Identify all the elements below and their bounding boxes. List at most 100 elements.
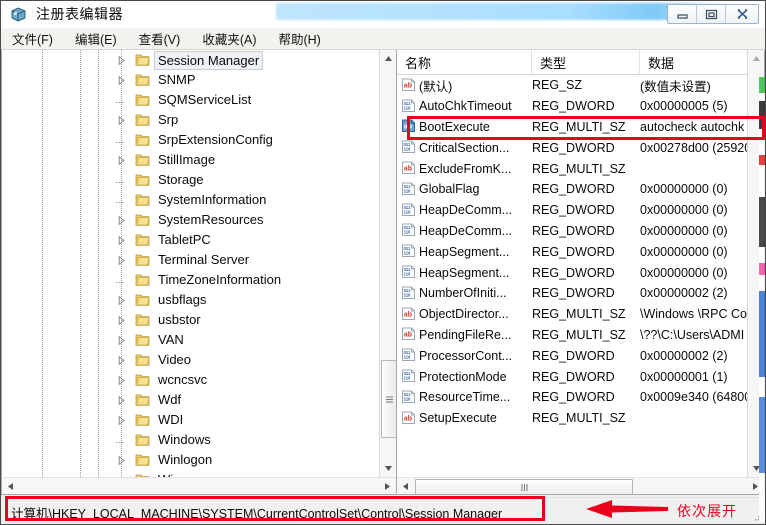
table-row[interactable]: 011110CriticalSection...REG_DWORD0x00278… [397,137,747,158]
tree-item-session-manager[interactable]: Session Manager [2,50,379,70]
table-row[interactable]: 011110HeapDeComm...REG_DWORD0x00000000 (… [397,221,747,242]
list-horizontal-scrollbar[interactable] [397,477,764,494]
list-hscroll-right-icon[interactable] [747,478,764,494]
tree-hscroll-left-icon[interactable] [2,478,19,494]
table-row[interactable]: 011110ProtectionModeREG_DWORD0x00000001 … [397,366,747,387]
tree-item-storage[interactable]: Storage [2,170,379,190]
tree-item-snmp[interactable]: SNMP [2,70,379,90]
tree-scroll-thumb[interactable] [381,360,397,438]
expand-arrow-icon[interactable] [116,55,128,67]
dword-value-icon: 011110 [397,140,419,155]
expand-arrow-icon[interactable] [116,355,128,367]
table-row[interactable]: 011110NumberOfIniti...REG_DWORD0x0000000… [397,283,747,304]
tree-item-systeminformation[interactable]: SystemInformation [2,190,379,210]
expand-arrow-icon[interactable] [116,295,128,307]
expand-arrow-icon[interactable] [116,215,128,227]
list-scroll-down-icon[interactable] [748,460,764,477]
tree-item-wcncsvc[interactable]: wcncsvc [2,370,379,390]
table-row[interactable]: 011110AutoChkTimeoutREG_DWORD0x00000005 … [397,96,747,117]
dword-value-icon: 011110 [397,390,419,405]
menu-file[interactable]: 文件(F) [1,27,64,50]
list-scroll-up-icon[interactable] [748,50,764,67]
tree-item-stillimage[interactable]: StillImage [2,150,379,170]
tree-item-winlogon[interactable]: Winlogon [2,450,379,470]
value-name: SetupExecute [419,411,532,425]
table-row[interactable]: 011110ResourceTime...REG_DWORD0x0009e340… [397,387,747,408]
folder-icon [135,53,151,67]
registry-tree[interactable]: Session ManagerSNMPSQMServiceListSrpSrpE… [2,50,379,477]
tree-item-srp[interactable]: Srp [2,110,379,130]
tree-scroll-up-icon[interactable] [380,50,396,67]
tree-item-windows[interactable]: Windows [2,430,379,450]
tree-item-systemresources[interactable]: SystemResources [2,210,379,230]
left-arrow-annotation [586,498,668,520]
tree-item-tabletpc[interactable]: TabletPC [2,230,379,250]
close-button[interactable] [726,5,758,23]
minimize-button[interactable] [668,5,697,23]
string-value-icon: ab [397,411,419,426]
expand-arrow-icon[interactable] [116,155,128,167]
menu-favorites[interactable]: 收藏夹(A) [191,27,267,50]
tree-vertical-scrollbar[interactable] [379,50,396,477]
string-value-icon-selected: ab [397,119,419,134]
value-name: HeapSegment... [419,245,532,259]
expand-arrow-icon[interactable] [116,415,128,427]
value-name: BootExecute [419,120,532,134]
value-name: AutoChkTimeout [419,99,532,113]
expand-arrow-icon[interactable] [116,395,128,407]
tree-item-usbstor[interactable]: usbstor [2,310,379,330]
list-hscroll-left-icon[interactable] [397,478,414,494]
registry-values-list[interactable]: ab(默认)REG_SZ(数值未设置)011110AutoChkTimeoutR… [397,75,747,477]
menu-view[interactable]: 查看(V) [128,27,192,50]
table-row[interactable]: 011110HeapSegment...REG_DWORD0x00000000 … [397,241,747,262]
table-row[interactable]: abExcludeFromK...REG_MULTI_SZ [397,158,747,179]
table-row[interactable]: 011110HeapDeComm...REG_DWORD0x00000000 (… [397,200,747,221]
registry-path: 计算机\HKEY_LOCAL_MACHINE\SYSTEM\CurrentCon… [11,503,502,522]
menu-help[interactable]: 帮助(H) [267,27,331,50]
column-header-type[interactable]: 类型 [532,50,640,74]
value-name: ProtectionMode [419,370,532,384]
expand-arrow-icon[interactable] [116,455,128,467]
tree-item-srpextensionconfig[interactable]: SrpExtensionConfig [2,130,379,150]
expand-arrow-icon[interactable] [116,255,128,267]
expand-arrow-icon[interactable] [116,315,128,327]
table-row[interactable]: ab(默认)REG_SZ(数值未设置) [397,75,747,96]
restore-button[interactable] [697,5,726,23]
list-hscroll-thumb[interactable] [415,479,633,495]
table-row[interactable]: abSetupExecuteREG_MULTI_SZ [397,408,747,429]
expand-arrow-icon[interactable] [116,235,128,247]
resize-grip-icon[interactable] [752,510,764,522]
value-data: \??\C:\Users\ADMI [640,328,747,342]
expand-arrow-icon[interactable] [116,115,128,127]
tree-item-wdi[interactable]: WDI [2,410,379,430]
expand-arrow-icon[interactable] [116,375,128,387]
expand-arrow-icon[interactable] [116,335,128,347]
svg-text:110: 110 [404,376,411,381]
table-row[interactable]: 011110ProcessorCont...REG_DWORD0x0000000… [397,345,747,366]
table-row[interactable]: 011110HeapSegment...REG_DWORD0x00000000 … [397,262,747,283]
table-row[interactable]: abBootExecuteREG_MULTI_SZautocheck autoc… [397,117,747,138]
value-type: REG_DWORD [532,390,640,404]
tree-item-terminal-server[interactable]: Terminal Server [2,250,379,270]
tree-item-van[interactable]: VAN [2,330,379,350]
tree-hscroll-right-icon[interactable] [379,478,396,494]
menu-edit[interactable]: 编辑(E) [64,27,128,50]
tree-scroll-down-icon[interactable] [380,460,396,477]
tree-item-wdf[interactable]: Wdf [2,390,379,410]
table-row[interactable]: 011110GlobalFlagREG_DWORD0x00000000 (0) [397,179,747,200]
table-row[interactable]: abPendingFileRe...REG_MULTI_SZ\??\C:\Use… [397,325,747,346]
tree-item-usbflags[interactable]: usbflags [2,290,379,310]
column-header-data[interactable]: 数据 [640,50,764,74]
tree-item-sqmservicelist[interactable]: SQMServiceList [2,90,379,110]
tree-horizontal-scrollbar[interactable] [2,477,396,494]
column-header-name[interactable]: 名称 [397,50,532,74]
table-row[interactable]: abObjectDirector...REG_MULTI_SZ\Windows … [397,304,747,325]
expand-arrow-icon[interactable] [116,75,128,87]
tree-item-winresume[interactable]: Winresume [2,470,379,477]
tree-item-label: Windows [158,430,211,450]
tree-item-video[interactable]: Video [2,350,379,370]
svg-text:110: 110 [404,209,411,214]
window-controls [667,4,759,24]
tree-item-timezoneinformation[interactable]: TimeZoneInformation [2,270,379,290]
list-vertical-scrollbar[interactable] [747,50,764,477]
